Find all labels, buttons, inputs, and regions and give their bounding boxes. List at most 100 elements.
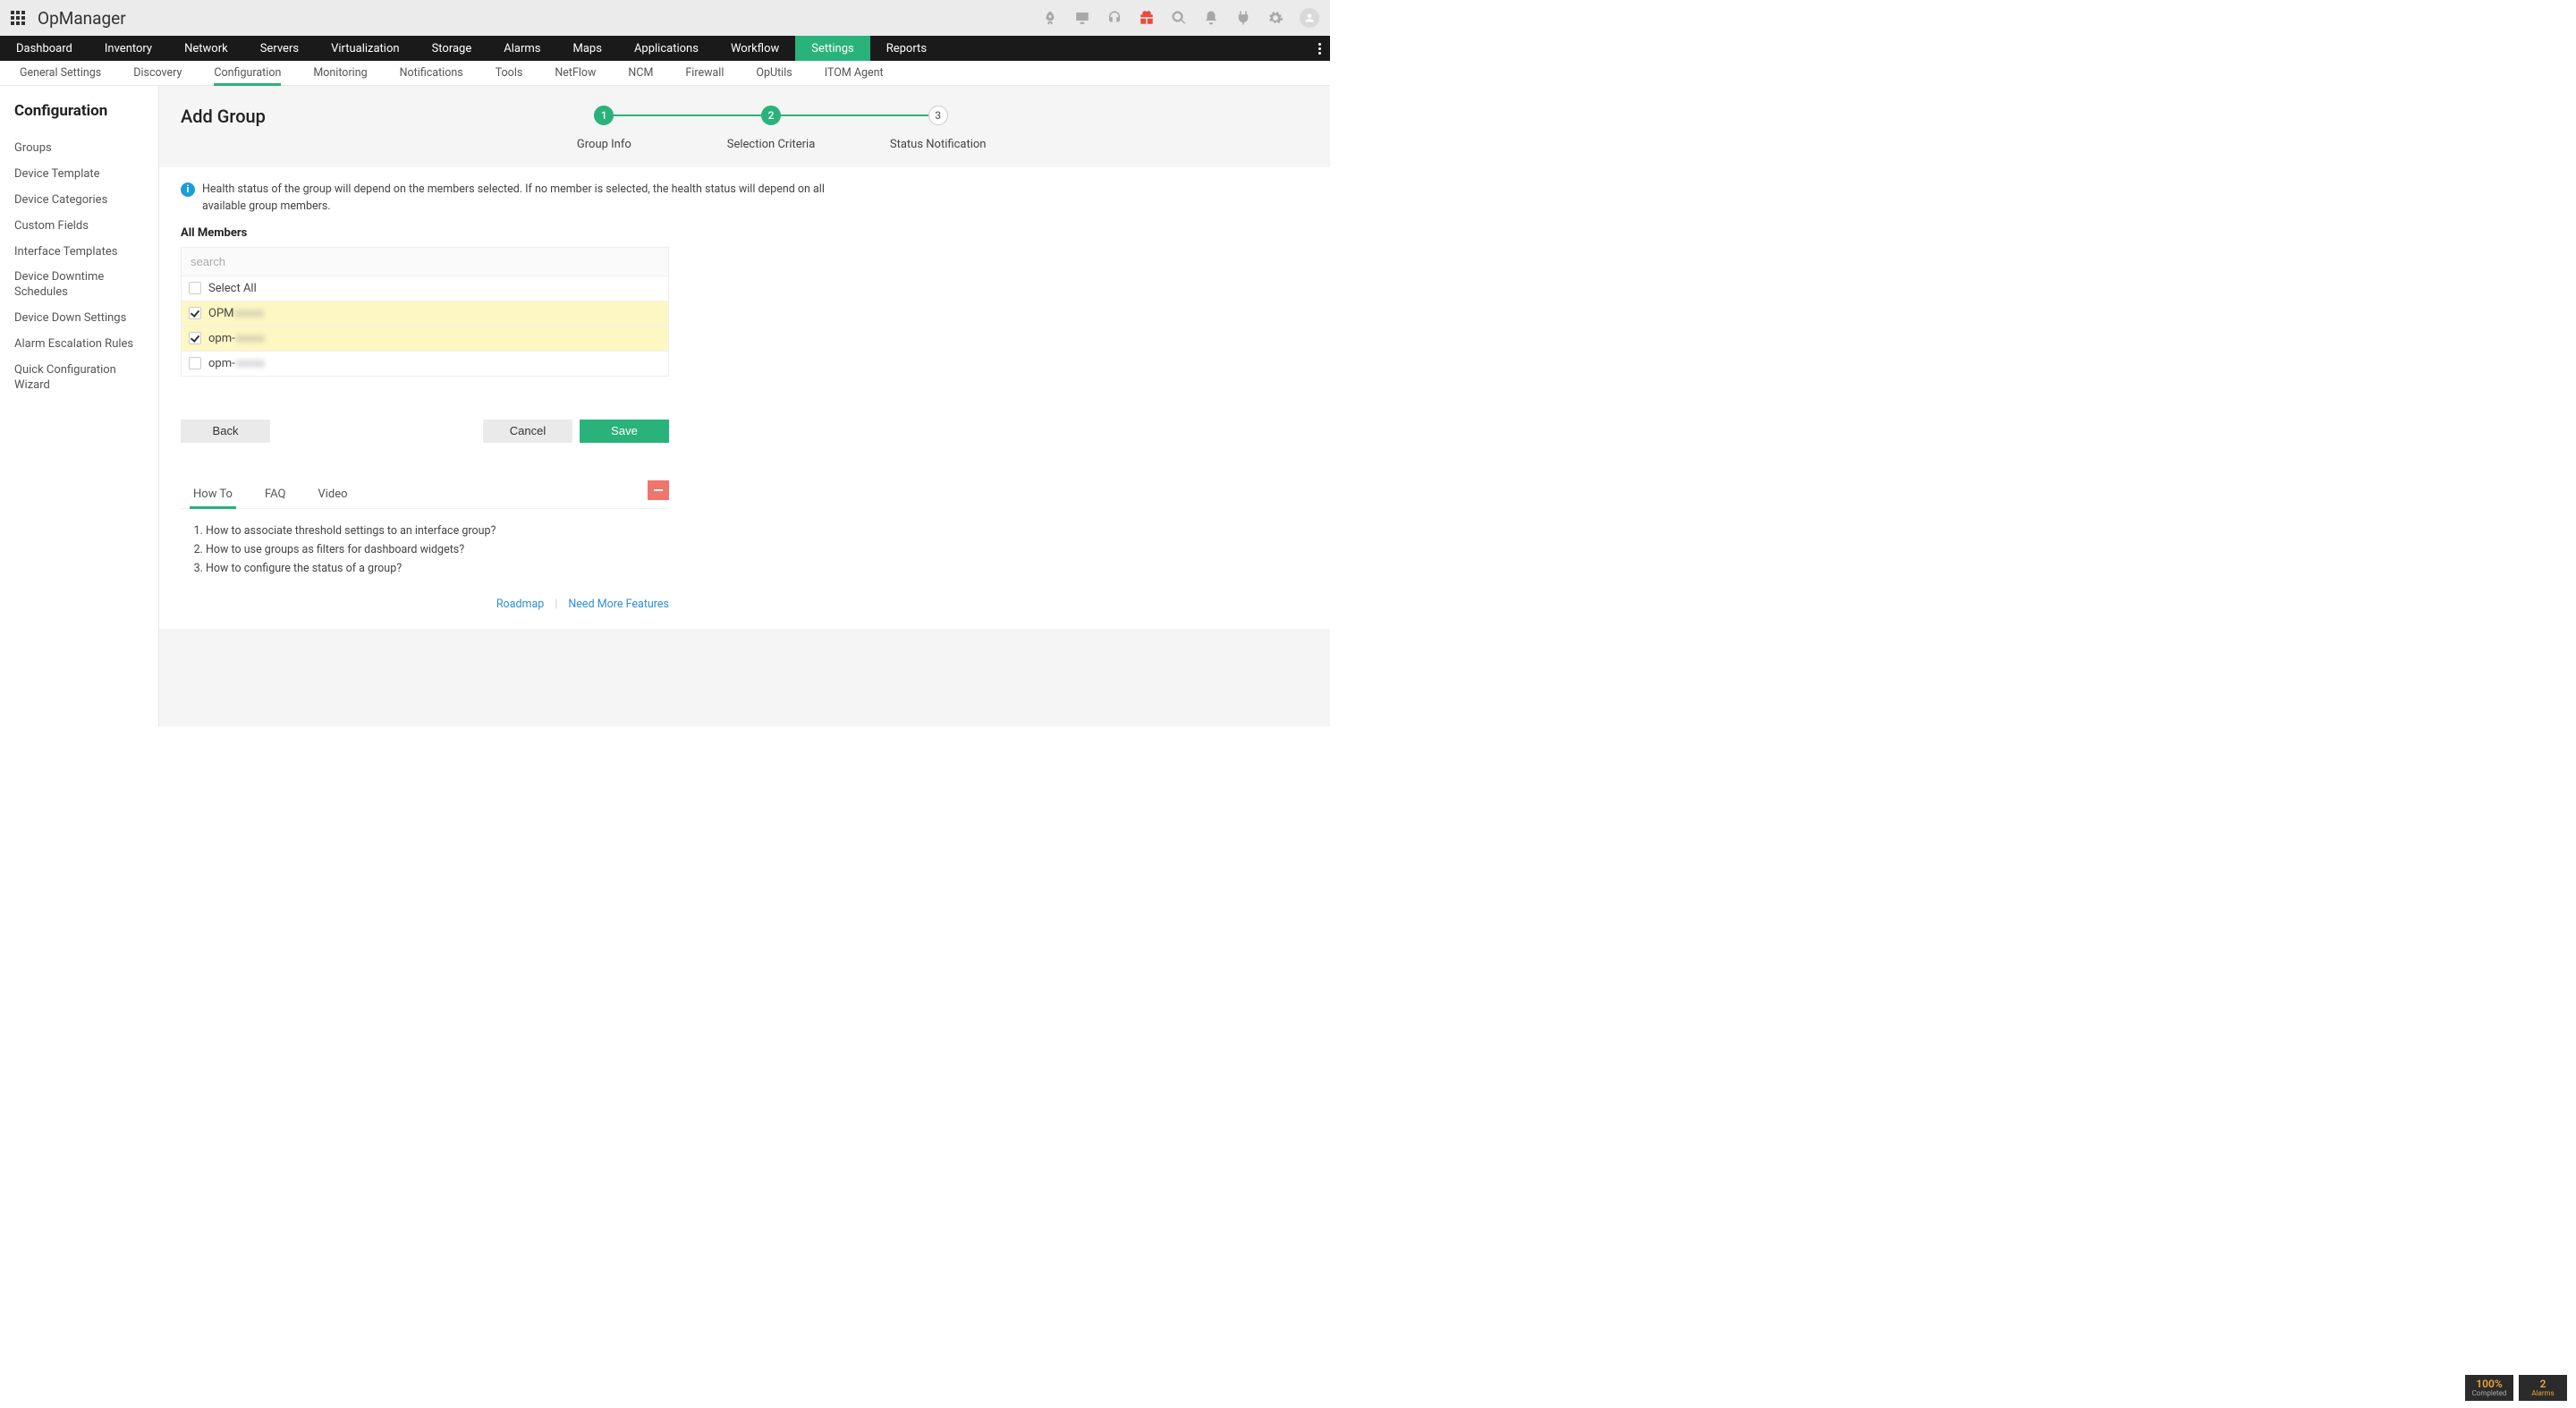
main-nav: DashboardInventoryNetworkServersVirtuali… [0,36,1330,61]
wizard-step-3[interactable]: 3Status Notification [854,106,1021,151]
apps-grid-icon[interactable] [11,11,25,25]
subnav-general-settings[interactable]: General Settings [4,61,117,85]
members-title: All Members [181,226,835,240]
gear-icon[interactable] [1267,10,1284,26]
step-label: Group Info [577,138,631,151]
wizard-step-1[interactable]: 1 Group Info [521,106,688,151]
subnav-firewall[interactable]: Firewall [669,61,740,85]
subnav-configuration[interactable]: Configuration [198,61,297,85]
rocket-icon[interactable] [1042,10,1058,26]
wizard-step-2[interactable]: 2Selection Criteria [688,106,855,151]
help-item[interactable]: How to use groups as filters for dashboa… [206,540,669,559]
subnav-tools[interactable]: Tools [479,61,539,85]
subnav-discovery[interactable]: Discovery [117,61,198,85]
divider: | [555,598,557,611]
bell-icon[interactable] [1203,10,1219,26]
nav-servers[interactable]: Servers [244,36,315,61]
sidebar-item-device-template[interactable]: Device Template [14,162,144,188]
sidebar-item-interface-templates[interactable]: Interface Templates [14,240,144,266]
help-tab-faq[interactable]: FAQ [265,482,285,508]
collapse-button[interactable] [648,480,669,500]
step-label: Status Notification [890,138,987,151]
subnav-netflow[interactable]: NetFlow [538,61,612,85]
back-button[interactable]: Back [181,420,270,443]
checkbox[interactable] [189,332,201,344]
nav-virtualization[interactable]: Virtualization [315,36,416,61]
nav-reports[interactable]: Reports [870,36,943,61]
nav-alarms[interactable]: Alarms [487,36,556,61]
member-label: opm- [208,357,235,370]
plugin-icon[interactable] [1235,10,1251,26]
step-label: Selection Criteria [727,138,816,151]
subnav-notifications[interactable]: Notifications [384,61,479,85]
member-row[interactable]: OPMxxxxx [182,301,668,327]
sidebar-item-alarm-escalation-rules[interactable]: Alarm Escalation Rules [14,332,144,358]
completed-label: Completed [2465,1390,2513,1398]
need-more-link[interactable]: Need More Features [568,598,669,611]
kebab-menu-icon[interactable] [1318,36,1321,61]
sidebar-item-device-categories[interactable]: Device Categories [14,188,144,214]
sidebar-item-device-down-settings[interactable]: Device Down Settings [14,306,144,332]
member-row[interactable]: opm-xxxxx [182,352,668,376]
wizard-header: Add Group 1 Group Info 2Selection Criteria… [159,86,1330,167]
page-title: Add Group [181,106,521,127]
button-row: Back Cancel Save [181,420,669,443]
help-section: How To FAQ Video How to associate threshol… [181,482,669,578]
user-avatar[interactable] [1300,8,1319,28]
nav-network[interactable]: Network [168,36,244,61]
top-header: OpManager [0,0,1330,36]
nav-workflow[interactable]: Workflow [715,36,795,61]
member-blurred: xxxxx [236,357,265,370]
sidebar: Configuration GroupsDevice TemplateDevic… [0,86,159,726]
sidebar-item-groups[interactable]: Groups [14,136,144,162]
nav-applications[interactable]: Applications [618,36,715,61]
member-search-input[interactable] [182,248,668,276]
save-button[interactable]: Save [580,420,669,443]
nav-maps[interactable]: Maps [557,36,618,61]
roadmap-link[interactable]: Roadmap [496,598,544,611]
sidebar-item-device-downtime-schedules[interactable]: Device Downtime Schedules [14,265,144,306]
checkbox[interactable] [189,307,201,319]
select-all-row[interactable]: Select All [182,276,668,301]
status-completed[interactable]: 100% Completed [2465,1375,2513,1401]
status-alarms[interactable]: 2 Alarms [2519,1375,2567,1401]
body: Configuration GroupsDevice TemplateDevic… [0,86,1330,726]
subnav-itom-agent[interactable]: ITOM Agent [809,61,900,85]
subnav-ncm[interactable]: NCM [612,61,669,85]
subnav-monitoring[interactable]: Monitoring [297,61,383,85]
search-icon[interactable] [1171,10,1187,26]
help-item[interactable]: How to associate threshold settings to a… [206,522,669,540]
help-list: How to associate threshold settings to a… [181,509,669,578]
member-label: OPM [208,307,234,320]
sidebar-item-quick-configuration-wizard[interactable]: Quick Configuration Wizard [14,358,144,399]
presentation-icon[interactable] [1074,10,1090,26]
checkbox[interactable] [189,357,201,369]
member-label: opm- [208,332,235,345]
cancel-button[interactable]: Cancel [483,420,572,443]
sub-nav: General SettingsDiscoveryConfigurationMo… [0,61,1330,86]
minus-icon [654,489,663,491]
subnav-oputils[interactable]: OpUtils [740,61,808,85]
footer-links: Roadmap | Need More Features [181,598,669,611]
step-circle: 1 [594,106,614,125]
nav-settings[interactable]: Settings [795,36,869,61]
nav-storage[interactable]: Storage [416,36,488,61]
checkbox-select-all[interactable] [189,282,201,294]
alarms-label: Alarms [2519,1390,2567,1398]
wizard-steps: 1 Group Info 2Selection Criteria3Status No… [521,106,1021,151]
nav-inventory[interactable]: Inventory [89,36,168,61]
help-tab-video[interactable]: Video [318,482,347,508]
member-row[interactable]: opm-xxxxx [182,327,668,352]
sidebar-items: GroupsDevice TemplateDevice CategoriesCu… [14,136,144,399]
member-blurred: xxxxx [236,332,265,345]
help-item[interactable]: How to configure the status of a group? [206,559,669,578]
headset-icon[interactable] [1106,10,1123,26]
info-banner: i Health status of the group will depend… [181,182,835,216]
gift-icon[interactable] [1139,10,1155,26]
help-tab-how-to[interactable]: How To [193,482,233,508]
app-title: OpManager [38,8,126,29]
member-list: Select All OPMxxxxxopm-xxxxxopm-xxxxx [181,247,669,377]
nav-dashboard[interactable]: Dashboard [0,36,89,61]
sidebar-item-custom-fields[interactable]: Custom Fields [14,214,144,240]
content-card: i Health status of the group will depend… [159,167,857,629]
